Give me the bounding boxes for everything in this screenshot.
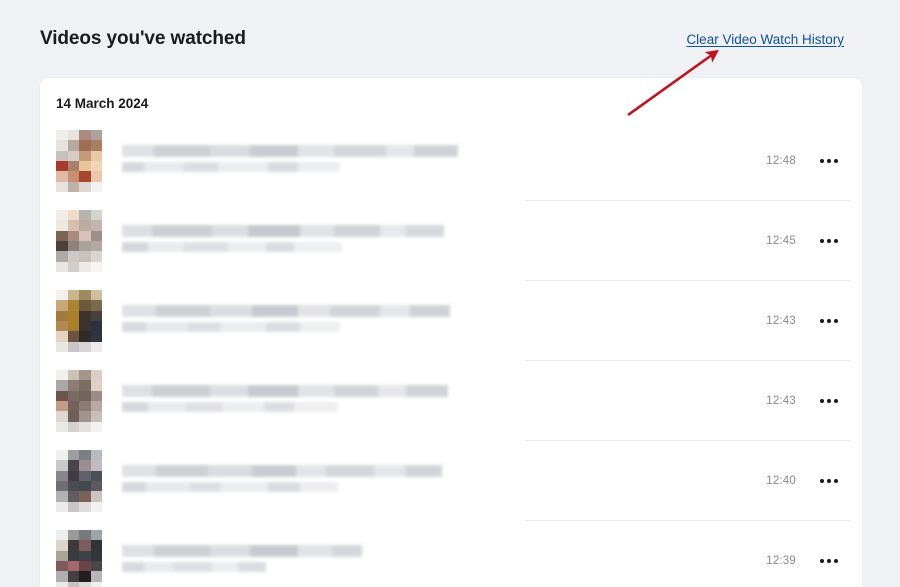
clear-video-watch-history-link[interactable]: Clear Video Watch History — [686, 32, 860, 47]
video-thumbnail[interactable] — [56, 370, 102, 432]
more-horizontal-icon[interactable] — [818, 553, 840, 569]
table-row[interactable]: 12:45 — [40, 201, 862, 281]
video-text-block — [102, 225, 766, 257]
video-subtitle-blurred — [122, 322, 766, 332]
more-horizontal-icon[interactable] — [818, 393, 840, 409]
table-row[interactable]: 12:43 — [40, 361, 862, 441]
video-thumbnail[interactable] — [56, 130, 102, 192]
page-title: Videos you've watched — [40, 28, 246, 49]
video-thumbnail[interactable] — [56, 450, 102, 512]
video-text-block — [102, 385, 766, 417]
table-row[interactable]: 12:48 — [40, 121, 862, 201]
table-row[interactable]: 12:39 — [40, 521, 862, 587]
page-header: Videos you've watched Clear Video Watch … — [0, 0, 900, 78]
watch-time: 12:48 — [766, 155, 796, 167]
video-title-blurred — [122, 225, 766, 237]
video-thumbnail[interactable] — [56, 210, 102, 272]
video-subtitle-blurred — [122, 162, 766, 172]
video-title-blurred — [122, 465, 766, 477]
video-title-blurred — [122, 545, 766, 557]
date-heading: 14 March 2024 — [56, 96, 149, 111]
more-horizontal-icon[interactable] — [818, 153, 840, 169]
video-title-blurred — [122, 385, 766, 397]
video-subtitle-blurred — [122, 242, 766, 252]
video-subtitle-blurred — [122, 562, 766, 572]
watch-history-card: 14 March 2024 12:48 12:45 12:43 12:43 12:40 1… — [40, 78, 862, 587]
watch-time: 12:39 — [766, 555, 796, 567]
video-text-block — [102, 305, 766, 337]
watch-history-list: 12:48 12:45 12:43 12:43 12:40 12:39 — [40, 121, 862, 587]
watch-time: 12:40 — [766, 475, 796, 487]
video-subtitle-blurred — [122, 482, 766, 492]
table-row[interactable]: 12:40 — [40, 441, 862, 521]
more-horizontal-icon[interactable] — [818, 313, 840, 329]
video-text-block — [102, 545, 766, 577]
more-horizontal-icon[interactable] — [818, 233, 840, 249]
table-row[interactable]: 12:43 — [40, 281, 862, 361]
video-text-block — [102, 465, 766, 497]
video-thumbnail[interactable] — [56, 530, 102, 587]
video-thumbnail[interactable] — [56, 290, 102, 352]
watch-time: 12:45 — [766, 235, 796, 247]
watch-time: 12:43 — [766, 395, 796, 407]
more-horizontal-icon[interactable] — [818, 473, 840, 489]
watch-time: 12:43 — [766, 315, 796, 327]
video-text-block — [102, 145, 766, 177]
video-subtitle-blurred — [122, 402, 766, 412]
video-title-blurred — [122, 145, 766, 157]
video-title-blurred — [122, 305, 766, 317]
